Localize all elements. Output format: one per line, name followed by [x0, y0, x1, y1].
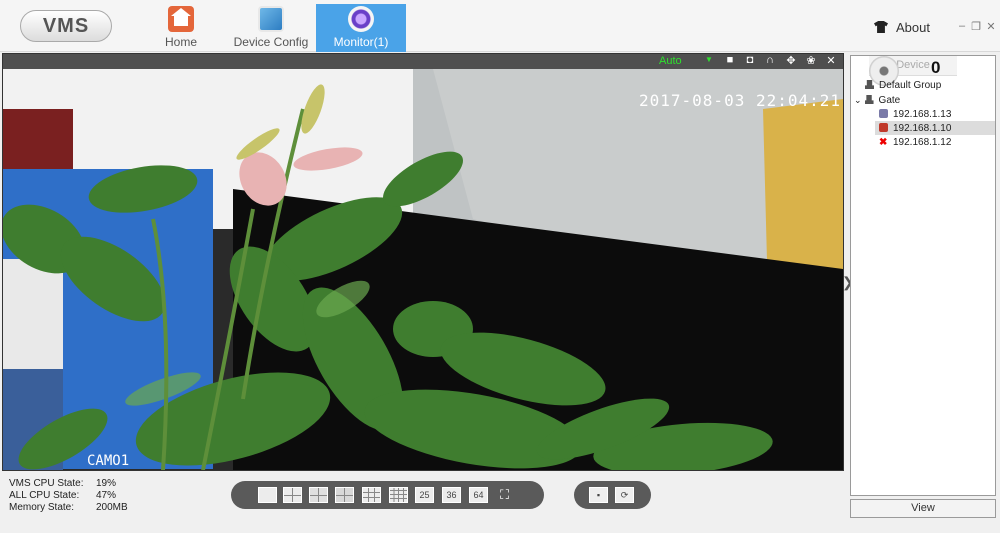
tree-item-label: Default Group [879, 80, 942, 91]
camera-scene [3, 69, 843, 470]
nav-tab-device-config-label: Device Config [233, 35, 309, 49]
all-cpu-label: ALL CPU State: [9, 490, 80, 501]
tree-device-label: 192.168.1.10 [893, 123, 952, 134]
tree-device-label: 192.168.1.13 [893, 109, 952, 120]
record-icon[interactable]: ■ [723, 54, 737, 66]
tree-item-default-group[interactable]: Default Group [865, 80, 941, 91]
chevron-down-icon[interactable]: ⌄ [854, 95, 862, 105]
tree-device-label: 192.168.1.12 [893, 137, 952, 148]
layout-64-button[interactable]: 64 [469, 487, 488, 503]
action-bar: ▪ ⟳ [574, 481, 651, 509]
ptz-icon[interactable]: ✥ [784, 54, 798, 67]
snapshot-icon[interactable]: ◘ [743, 54, 757, 66]
about-label: About [896, 20, 930, 35]
vms-cpu-label: VMS CPU State: [9, 478, 84, 489]
tree-device-3[interactable]: ✖ 192.168.1.12 [879, 137, 951, 148]
all-cpu-value: 47% [96, 490, 117, 501]
layout-25-button[interactable]: 25 [415, 487, 434, 503]
group-icon [865, 80, 874, 89]
top-bar: VMS Home Device Config Monitor(1) About … [0, 0, 1000, 52]
device-count: 0 [931, 58, 941, 77]
tree-device-1[interactable]: 192.168.1.13 [879, 109, 951, 120]
layout-9-button[interactable] [362, 487, 381, 503]
nav-tab-monitor[interactable]: Monitor(1) [316, 4, 406, 52]
restore-button[interactable]: ❐ [970, 20, 982, 33]
device-panel: Device 0 Default Group ⌄ Gate 192.168.1.1… [850, 55, 996, 496]
tree-item-gate[interactable]: ⌄ Gate [854, 95, 900, 106]
refresh-icon[interactable]: ⟳ [615, 487, 634, 503]
close-window-button[interactable]: ✕ [985, 20, 997, 33]
layout-4-button[interactable] [283, 487, 302, 503]
offline-x-icon: ✖ [879, 137, 888, 148]
memory-label: Memory State: [9, 502, 75, 513]
home-icon [168, 6, 194, 32]
view-button[interactable]: View [850, 499, 996, 518]
vms-cpu-value: 19% [96, 478, 117, 489]
nav-tab-monitor-label: Monitor(1) [333, 35, 389, 49]
vms-cpu-state: VMS CPU State: 19% [9, 478, 116, 489]
nav-tab-home-label: Home [164, 35, 197, 49]
nav-tab-home[interactable]: Home [150, 4, 212, 52]
save-icon[interactable]: ▪ [589, 487, 608, 503]
app-logo: VMS [20, 10, 112, 42]
video-toolbar: Auto ▼ ■ ◘ ∩ ✥ ❀ ✕ [3, 54, 843, 69]
nav-tab-device-config[interactable]: Device Config [230, 4, 312, 52]
memory-state: Memory State: 200MB [9, 502, 128, 513]
stream-mode-select[interactable]: Auto [659, 55, 682, 67]
osd-timestamp: 2017-08-03 22:04:21 [639, 91, 842, 110]
shirt-icon [874, 21, 888, 33]
tree-device-2[interactable]: 192.168.1.10 [879, 123, 951, 134]
memory-value: 200MB [96, 502, 128, 513]
tree-item-label: Gate [878, 95, 901, 106]
osd-camera-name: CAMO1 [87, 453, 130, 469]
layout-1-button[interactable] [258, 487, 277, 503]
device-config-icon [258, 6, 284, 32]
layout-16-button[interactable] [389, 487, 408, 503]
fullscreen-icon[interactable]: ⛶ [495, 487, 514, 503]
layout-bar: 25 36 64 ⛶ [231, 481, 544, 509]
color-adjust-icon[interactable]: ❀ [804, 54, 818, 67]
minimize-button[interactable]: – [956, 20, 968, 32]
camera-active-icon [879, 123, 888, 132]
video-frame: Auto ▼ ■ ◘ ∩ ✥ ❀ ✕ 2017-08-03 22:04:21 C… [2, 53, 844, 471]
camera-icon [879, 109, 888, 118]
all-cpu-state: ALL CPU State: 47% [9, 490, 116, 501]
talk-icon[interactable]: ∩ [763, 54, 777, 66]
layout-8-button[interactable] [335, 487, 354, 503]
layout-6-button[interactable] [309, 487, 328, 503]
layout-36-button[interactable]: 36 [442, 487, 461, 503]
monitor-icon [348, 6, 374, 32]
about-button[interactable]: About [874, 20, 930, 35]
chevron-down-icon[interactable]: ▼ [705, 55, 713, 64]
group-icon [864, 95, 874, 104]
close-icon[interactable]: ✕ [824, 54, 838, 67]
camera-view[interactable]: 2017-08-03 22:04:21 CAMO1 [3, 69, 843, 470]
